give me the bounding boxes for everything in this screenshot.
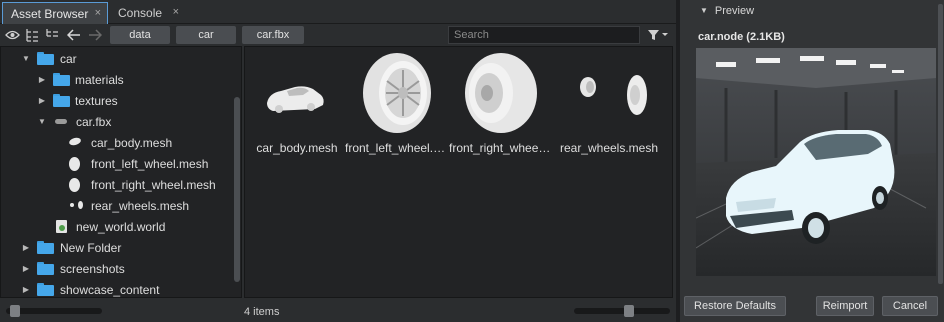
car-body-mesh-icon [68, 136, 82, 147]
preview-viewport[interactable] [696, 48, 936, 276]
collapsed-arrow-icon[interactable]: ▶ [21, 264, 31, 273]
tree-item-showcase-content[interactable]: ▶ showcase_content [1, 279, 233, 297]
asset-car-body-mesh[interactable]: car_body.mesh [245, 53, 349, 157]
breadcrumb-car[interactable]: car [176, 26, 236, 44]
restore-defaults-button[interactable]: Restore Defaults [684, 296, 786, 316]
preview-panel: ▼ Preview car.node (2.1KB) Restore Defau… [680, 0, 944, 322]
search-input[interactable] [448, 26, 640, 44]
tree-item-materials[interactable]: ▶ materials [1, 69, 233, 90]
tree-item-label: New Folder [60, 240, 122, 255]
tab-label: Console [118, 6, 163, 20]
back-arrow-icon[interactable] [66, 27, 82, 43]
filter-icon[interactable] [646, 27, 670, 43]
folder-icon [37, 283, 54, 296]
collapse-caret-icon[interactable]: ▼ [700, 6, 708, 15]
asset-name: front_left_wheel.mesh [345, 141, 449, 155]
slider-thumb[interactable] [624, 305, 634, 317]
asset-name: car_body.mesh [256, 141, 338, 155]
tab-console[interactable]: Console × [110, 2, 185, 24]
tree-item-textures[interactable]: ▶ textures [1, 90, 233, 111]
breadcrumb-data[interactable]: data [110, 26, 170, 44]
tree-horizontal-scrollbar[interactable] [6, 305, 102, 317]
front-right-wheel-thumbnail [449, 53, 553, 133]
tree-item-car[interactable]: ▼ car [1, 48, 233, 69]
tab-asset-browser[interactable]: Asset Browser × [2, 2, 108, 24]
wheel-mesh-icon [69, 178, 80, 192]
collapsed-arrow-icon[interactable]: ▶ [37, 75, 47, 84]
front-left-wheel-thumbnail [345, 53, 449, 133]
wheel-mesh-icon [78, 201, 83, 209]
tree-item-label: front_left_wheel.mesh [91, 156, 209, 171]
tree-item-label: car.fbx [76, 114, 112, 129]
collapsed-arrow-icon[interactable]: ▶ [37, 96, 47, 105]
tree-item-label: car_body.mesh [91, 135, 173, 150]
preview-section-header[interactable]: ▼ Preview [700, 5, 754, 17]
tree-item-new-folder[interactable]: ▶ New Folder [1, 237, 233, 258]
status-bar: 4 items [0, 300, 676, 322]
asset-grid: car_body.mesh front_left_wheel.mesh [244, 46, 673, 298]
tree-item-label: showcase_content [60, 282, 160, 297]
car-body-thumbnail [245, 53, 349, 133]
folder-icon [37, 241, 54, 254]
tree-item-label: textures [75, 93, 118, 108]
node-title: car.node (2.1KB) [698, 31, 785, 43]
close-icon[interactable]: × [95, 7, 101, 19]
folder-tree: ▼ car ▶ materials ▶ textures ▼ car.fbx c… [0, 46, 242, 298]
tree-item-label: new_world.world [76, 219, 166, 234]
eye-icon[interactable] [4, 27, 20, 43]
tree-item-label: rear_wheels.mesh [91, 198, 190, 213]
tree-item-label: front_right_wheel.mesh [91, 177, 216, 192]
rear-wheels-thumbnail [557, 53, 661, 133]
tree-item-label: car [60, 51, 77, 66]
tab-label: Asset Browser [11, 6, 89, 21]
folder-icon [53, 73, 70, 86]
tree-item-car-fbx[interactable]: ▼ car.fbx [1, 111, 233, 132]
collapsed-arrow-icon[interactable]: ▶ [21, 285, 31, 294]
tree-item-new-world[interactable]: new_world.world [1, 216, 233, 237]
folder-icon [37, 262, 54, 275]
folder-icon [37, 52, 54, 65]
close-icon[interactable]: × [173, 6, 179, 18]
preview-scrollbar[interactable] [938, 4, 943, 284]
tree-item-front-left-wheel-mesh[interactable]: front_left_wheel.mesh [1, 153, 233, 174]
toolbar: data car car.fbx [0, 24, 676, 46]
breadcrumb-car-fbx[interactable]: car.fbx [242, 26, 304, 44]
tab-bar: Asset Browser × Console × [0, 0, 676, 24]
wheel-mesh-icon [70, 203, 74, 207]
reimport-button[interactable]: Reimport [816, 296, 874, 316]
tree-item-screenshots[interactable]: ▶ screenshots [1, 258, 233, 279]
expand-tree-icon[interactable] [24, 27, 40, 43]
asset-front-left-wheel-mesh[interactable]: front_left_wheel.mesh [345, 53, 449, 157]
asset-name: front_right_wheel.mesh [449, 141, 553, 155]
forward-arrow-icon[interactable] [87, 27, 103, 43]
asset-name: rear_wheels.mesh [559, 141, 659, 155]
world-file-icon [56, 220, 67, 233]
folder-icon [53, 94, 70, 107]
tree-item-car-body-mesh[interactable]: car_body.mesh [1, 132, 233, 153]
asset-front-right-wheel-mesh[interactable]: front_right_wheel.mesh [449, 53, 553, 157]
tree-scrollbar[interactable] [234, 97, 240, 282]
expanded-arrow-icon[interactable]: ▼ [21, 54, 31, 63]
preview-header-label: Preview [714, 5, 755, 17]
thumbnail-size-slider[interactable] [574, 305, 670, 317]
fbx-file-icon [55, 119, 67, 124]
collapse-tree-icon[interactable] [44, 27, 60, 43]
expanded-arrow-icon[interactable]: ▼ [37, 117, 47, 126]
tree-item-label: materials [75, 72, 124, 87]
cancel-button[interactable]: Cancel [882, 296, 938, 316]
tree-item-rear-wheels-mesh[interactable]: rear_wheels.mesh [1, 195, 233, 216]
scroll-thumb[interactable] [10, 305, 20, 317]
collapsed-arrow-icon[interactable]: ▶ [21, 243, 31, 252]
item-count: 4 items [244, 306, 280, 318]
tree-item-front-right-wheel-mesh[interactable]: front_right_wheel.mesh [1, 174, 233, 195]
wheel-mesh-icon [69, 157, 80, 171]
asset-rear-wheels-mesh[interactable]: rear_wheels.mesh [557, 53, 661, 157]
tree-item-label: screenshots [60, 261, 125, 276]
